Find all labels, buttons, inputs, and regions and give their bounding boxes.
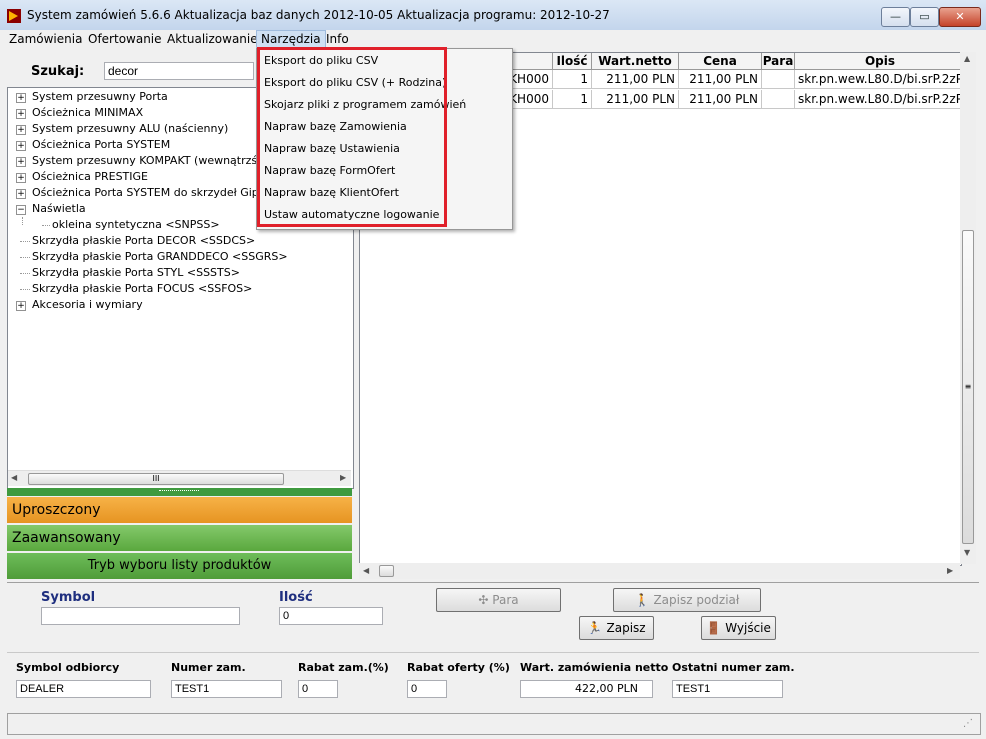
cell-desc[interactable]: skr.pn.wew.L80.D/bi.srP.2zP.p <box>795 70 961 89</box>
menu-bar: Zamówienia Ofertowanie Aktualizowanie Na… <box>0 30 986 48</box>
col-header-pair[interactable]: Para <box>762 53 795 70</box>
recipient-field[interactable] <box>16 680 151 698</box>
cell-price[interactable]: 211,00 PLN <box>679 90 762 109</box>
order-number-label: Numer zam. <box>171 661 246 674</box>
cell-qty[interactable]: 1 <box>553 90 592 109</box>
separator <box>7 582 979 583</box>
cell-price[interactable]: 211,00 PLN <box>679 70 762 89</box>
recipient-label: Symbol odbiorcy <box>16 661 120 674</box>
qty-input[interactable] <box>279 607 383 625</box>
save-button[interactable]: 🏃 Zapisz <box>579 616 654 640</box>
cell-qty[interactable]: 1 <box>553 70 592 89</box>
menu-zamowienia[interactable]: Zamówienia <box>5 30 86 48</box>
walking-person-icon: 🚶 <box>634 593 654 607</box>
plus-icon: ✣ <box>478 593 493 607</box>
last-order-label: Ostatni numer zam. <box>672 661 795 674</box>
separator <box>7 652 979 653</box>
app-icon <box>7 9 21 23</box>
collapse-icon[interactable]: − <box>16 205 26 215</box>
expand-icon[interactable]: + <box>16 301 26 311</box>
para-button[interactable]: ✣ Para <box>436 588 561 612</box>
mode-simple-button[interactable]: Uproszczony <box>7 497 352 523</box>
expand-icon[interactable]: + <box>16 93 26 103</box>
offer-discount-label: Rabat oferty (%) <box>407 661 510 674</box>
menu-ofertowanie[interactable]: Ofertowanie <box>84 30 166 48</box>
cell-pair[interactable] <box>762 70 795 89</box>
minimize-button[interactable]: — <box>881 7 910 27</box>
menu-aktualizowanie[interactable]: Aktualizowanie <box>163 30 262 48</box>
tree-horizontal-scrollbar[interactable]: ◀ III ▶ <box>8 470 351 486</box>
window-title: System zamówień 5.6.6 Aktualizacja baz d… <box>27 8 610 22</box>
expand-icon[interactable]: + <box>16 125 26 135</box>
highlight-box <box>257 47 447 227</box>
order-discount-field[interactable] <box>298 680 338 698</box>
col-header-net[interactable]: Wart.netto <box>592 53 679 70</box>
grid-horizontal-scrollbar[interactable]: ◀ ▶ <box>359 563 960 579</box>
grid-hscroll-thumb[interactable] <box>379 565 394 577</box>
grid-vertical-scrollbar[interactable]: ▲ ≡ ▼ <box>960 52 976 564</box>
search-label: Szukaj: <box>31 64 85 79</box>
qty-label: Ilość <box>279 590 313 605</box>
resize-grip-icon[interactable]: ⋰ <box>963 718 973 729</box>
symbol-label: Symbol <box>41 590 96 605</box>
split-save-button[interactable]: 🚶 Zapisz podział <box>613 588 761 612</box>
order-number-field[interactable] <box>171 680 282 698</box>
running-person-icon: 🏃 <box>587 621 607 635</box>
scroll-left-icon[interactable]: ◀ <box>363 566 369 575</box>
last-order-field[interactable] <box>672 680 783 698</box>
scroll-down-icon[interactable]: ▼ <box>964 548 970 557</box>
mode-list-button[interactable]: Tryb wyboru listy produktów <box>7 553 352 579</box>
mode-advanced-button[interactable]: Zaawansowany <box>7 525 352 551</box>
col-header-desc[interactable]: Opis <box>795 53 961 70</box>
scroll-left-icon[interactable]: ◀ <box>11 473 17 482</box>
offer-discount-field[interactable] <box>407 680 447 698</box>
col-header-qty[interactable]: Ilość <box>553 53 592 70</box>
expand-icon[interactable]: + <box>16 173 26 183</box>
col-header-price[interactable]: Cena <box>679 53 762 70</box>
grid-vscroll-thumb[interactable]: ≡ <box>962 230 974 544</box>
expand-icon[interactable]: + <box>16 157 26 167</box>
symbol-input[interactable] <box>41 607 240 625</box>
expand-icon[interactable]: + <box>16 141 26 151</box>
order-value-field: 422,00 PLN <box>520 680 653 698</box>
search-input[interactable] <box>104 62 254 80</box>
scroll-up-icon[interactable]: ▲ <box>964 54 970 63</box>
expand-icon[interactable]: + <box>16 189 26 199</box>
status-bar: ⋰ <box>7 713 981 735</box>
cell-pair[interactable] <box>762 90 795 109</box>
cell-net[interactable]: 211,00 PLN <box>592 70 679 89</box>
title-bar: System zamówień 5.6.6 Aktualizacja baz d… <box>0 0 986 31</box>
panel-splitter[interactable] <box>7 488 352 496</box>
cell-net[interactable]: 211,00 PLN <box>592 90 679 109</box>
scroll-right-icon[interactable]: ▶ <box>340 473 346 482</box>
cell-desc[interactable]: skr.pn.wew.L80.D/bi.srP.2zP.p <box>795 90 961 109</box>
menu-info[interactable]: Info <box>322 30 353 48</box>
menu-narzedzia[interactable]: Narzędzia <box>256 30 326 48</box>
scroll-right-icon[interactable]: ▶ <box>947 566 953 575</box>
maximize-button[interactable]: ▭ <box>910 7 939 27</box>
exit-door-icon: 🚪 <box>706 621 726 635</box>
order-discount-label: Rabat zam.(%) <box>298 661 389 674</box>
close-button[interactable]: ✕ <box>939 7 981 27</box>
exit-button[interactable]: 🚪 Wyjście <box>701 616 776 640</box>
expand-icon[interactable]: + <box>16 109 26 119</box>
tree-scroll-thumb[interactable]: III <box>28 473 284 485</box>
order-value-label: Wart. zamówienia netto <box>520 661 669 674</box>
